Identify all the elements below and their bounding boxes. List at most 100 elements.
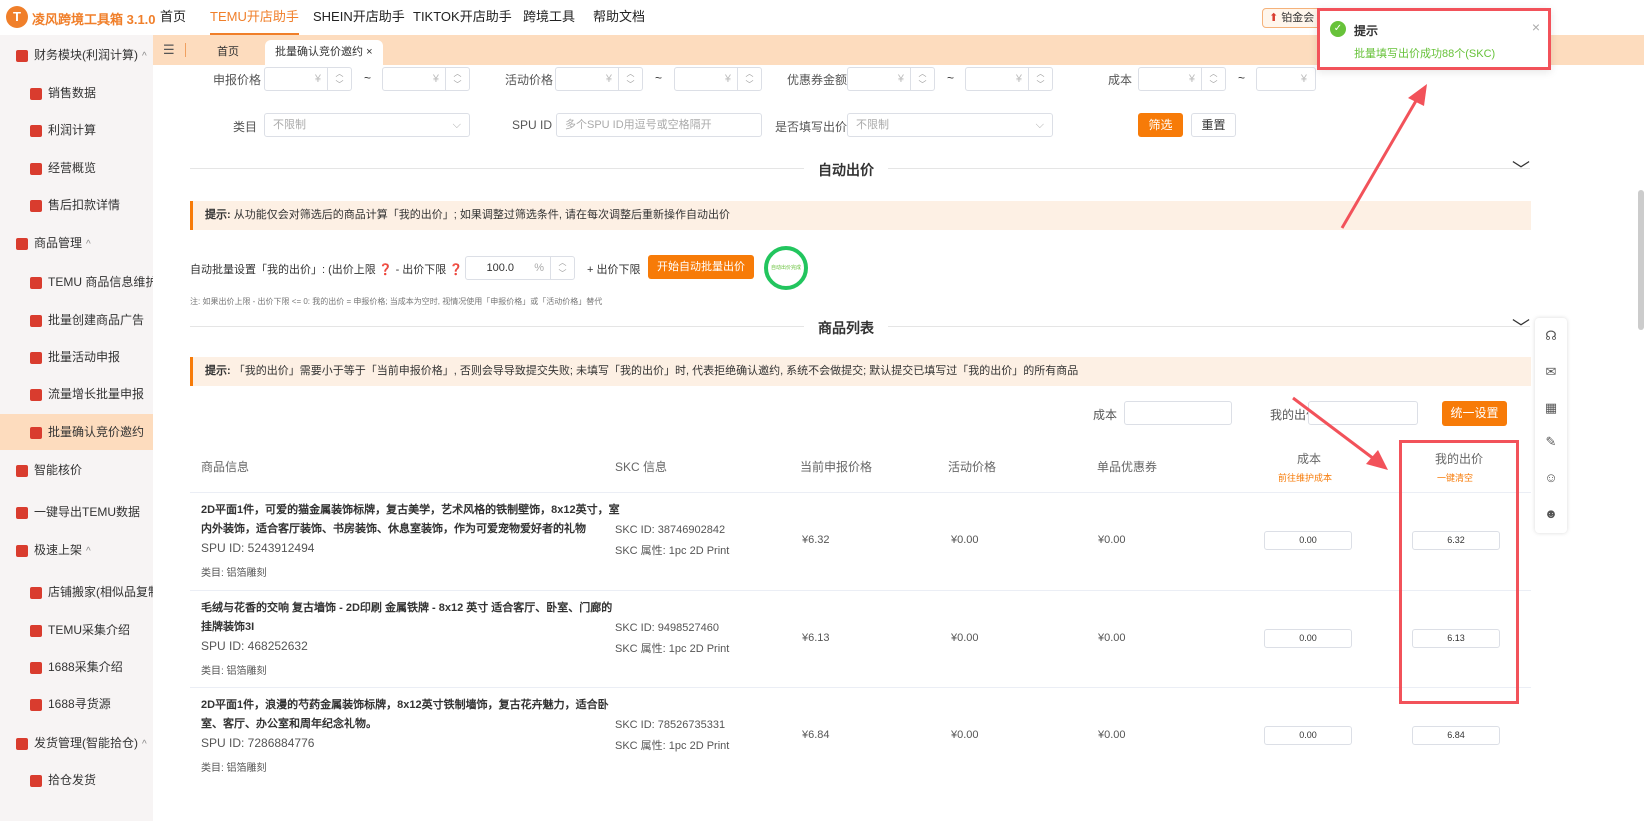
- spu-id-input[interactable]: 多个SPU ID用逗号或空格隔开: [556, 113, 762, 137]
- product-list-title: 商品列表: [804, 318, 888, 338]
- menu-icon: [30, 774, 42, 787]
- collapse-chevron-icon[interactable]: ﹀: [1512, 314, 1530, 340]
- user-info-icon[interactable]: ☺: [1543, 470, 1559, 486]
- coupon-min[interactable]: ¥ ︿ ﹀: [847, 67, 935, 91]
- customer-service-icon[interactable]: ☊: [1543, 328, 1559, 344]
- sidebar-item[interactable]: 商品管理 ^: [0, 225, 153, 261]
- collapse-menu-icon[interactable]: ☰: [163, 42, 175, 58]
- filter-button[interactable]: 筛选: [1138, 113, 1183, 137]
- sidebar-item[interactable]: 利润计算: [0, 112, 153, 148]
- stepper[interactable]: ︿ ﹀: [910, 68, 934, 90]
- product-name: 2D平面1件，可爱的猫金属装饰标牌，复古美学，艺术风格的铁制壁饰，8x12英寸，…: [201, 504, 620, 535]
- skc-attr: SKC 属性: 1pc 2D Print: [615, 545, 730, 557]
- sidebar-item-label: 经营概览: [48, 161, 97, 175]
- declared-price-max[interactable]: ¥ ︿ ﹀: [382, 67, 470, 91]
- activity-price-max[interactable]: ¥ ︿ ﹀: [674, 67, 762, 91]
- sidebar-item[interactable]: 拾仓发货: [0, 762, 153, 798]
- my-bid-input[interactable]: 6.84: [1412, 726, 1500, 745]
- percent-input[interactable]: 100.0% ︿ ﹀: [465, 256, 575, 280]
- stepper[interactable]: ︿ ﹀: [327, 68, 351, 90]
- sidebar-item[interactable]: 店铺搬家(相似品复制上: [0, 574, 153, 610]
- nav-help-docs[interactable]: 帮助文档: [593, 0, 645, 35]
- sidebar-item[interactable]: 智能核价: [0, 452, 153, 488]
- cost-input[interactable]: 0.00: [1264, 531, 1352, 550]
- reset-button[interactable]: 重置: [1191, 113, 1236, 137]
- declared-price-min[interactable]: ¥ ︿ ﹀: [264, 67, 352, 91]
- wechat-icon[interactable]: ✉: [1543, 364, 1559, 380]
- menu-icon: [16, 49, 28, 62]
- tab-home[interactable]: 首页: [207, 40, 249, 65]
- success-toast: ✓ 提示 批量填写出价成功88个(SKC) ×: [1317, 8, 1551, 70]
- arrow-head: [1366, 450, 1388, 470]
- sidebar-item[interactable]: 流量增长批量申报: [0, 376, 153, 412]
- spu-id: SPU ID: 468252632: [201, 639, 308, 653]
- sidebar-item[interactable]: 售后扣款详情: [0, 187, 153, 223]
- cost-input[interactable]: 0.00: [1264, 726, 1352, 745]
- filled-bid-label: 是否填写出价: [775, 120, 848, 134]
- sidebar-item[interactable]: 批量确认竞价邀约: [0, 414, 153, 450]
- sidebar-item[interactable]: 极速上架 ^: [0, 532, 153, 568]
- annotation-arrows: [1292, 84, 1427, 470]
- cost-input[interactable]: 0.00: [1264, 629, 1352, 648]
- nav-tiktok[interactable]: TIKTOK开店助手: [413, 0, 512, 35]
- stepper[interactable]: ︿ ﹀: [445, 68, 469, 90]
- user-settings-icon[interactable]: ☻: [1543, 506, 1559, 522]
- stepper[interactable]: ︿ ﹀: [737, 68, 761, 90]
- sidebar-item-label: 财务模块(利润计算): [34, 48, 138, 62]
- close-icon[interactable]: ×: [1532, 19, 1540, 35]
- auto-bid-title: 自动出价: [804, 160, 888, 180]
- filled-bid-select[interactable]: 不限制 ⌵: [847, 113, 1053, 137]
- spu-id: SPU ID: 5243912494: [201, 541, 315, 555]
- close-tab-icon[interactable]: ×: [366, 46, 372, 58]
- toast-title: 提示: [1354, 24, 1379, 38]
- floating-toolbar: ☊ ✉ ▦ ✎ ☺ ☻: [1535, 318, 1567, 533]
- activity-price-min[interactable]: ¥ ︿ ﹀: [555, 67, 643, 91]
- nav-home[interactable]: 首页: [160, 0, 186, 35]
- col-skc-info: SKC 信息: [615, 460, 668, 474]
- sidebar-item[interactable]: 经营概览: [0, 150, 153, 186]
- sidebar-item[interactable]: TEMU采集介绍: [0, 612, 153, 648]
- sidebar-item[interactable]: 财务模块(利润计算) ^: [0, 37, 153, 73]
- sidebar-item[interactable]: 1688寻货源: [0, 686, 153, 722]
- declared-price: ¥6.84: [802, 729, 830, 741]
- menu-icon: [30, 87, 42, 100]
- stepper[interactable]: ︿ ﹀: [1201, 68, 1225, 90]
- nav-shein[interactable]: SHEIN开店助手: [313, 0, 405, 35]
- scrollbar[interactable]: [1638, 190, 1644, 330]
- coupon: ¥0.00: [1098, 534, 1126, 546]
- col-coupon: 单品优惠券: [1097, 460, 1158, 474]
- sidebar-item-label: 批量创建商品广告: [48, 313, 145, 327]
- menu-icon: [30, 661, 42, 674]
- tab-batch-bid[interactable]: 批量确认竞价邀约 ×: [265, 40, 383, 65]
- sidebar-item[interactable]: 批量创建商品广告: [0, 302, 153, 338]
- table-row: 2D平面1件，可爱的猫金属装饰标牌，复古美学，艺术风格的铁制壁饰，8x12英寸，…: [190, 492, 1531, 590]
- menu-icon: [30, 124, 42, 137]
- sidebar-item[interactable]: 1688采集介绍: [0, 649, 153, 685]
- stepper[interactable]: ︿ ﹀: [1028, 68, 1052, 90]
- sidebar-item[interactable]: TEMU 商品信息维护: [0, 264, 153, 300]
- sidebar-item[interactable]: 批量活动申报: [0, 339, 153, 375]
- stepper[interactable]: ︿ ﹀: [550, 257, 574, 279]
- coupon-max[interactable]: ¥ ︿ ﹀: [965, 67, 1053, 91]
- start-auto-bid-button[interactable]: 开始自动批量出价: [648, 255, 754, 279]
- sidebar-item[interactable]: 销售数据: [0, 75, 153, 111]
- edit-document-icon[interactable]: ✎: [1543, 434, 1559, 450]
- menu-icon: [16, 506, 28, 519]
- cost-min[interactable]: ¥ ︿ ﹀: [1138, 67, 1226, 91]
- col-product-info: 商品信息: [201, 460, 250, 474]
- sidebar-item[interactable]: 发货管理(智能拾仓) ^: [0, 725, 153, 761]
- stepper[interactable]: ︿ ﹀: [618, 68, 642, 90]
- declared-price: ¥6.32: [802, 534, 830, 546]
- vip-badge[interactable]: ⬆ 铂金会: [1262, 8, 1322, 28]
- qr-code-icon[interactable]: ▦: [1543, 400, 1559, 416]
- sidebar-item[interactable]: 一键导出TEMU数据: [0, 494, 153, 530]
- set-all-button[interactable]: 统一设置: [1442, 401, 1507, 426]
- col-declared-price: 当前申报价格: [800, 460, 873, 474]
- plus-lower-label: + 出价下限: [587, 264, 641, 276]
- category-select[interactable]: 不限制 ⌵: [264, 113, 470, 137]
- nav-temu[interactable]: TEMU开店助手: [210, 0, 299, 35]
- collapse-chevron-icon[interactable]: ﹀: [1512, 156, 1530, 182]
- nav-cross-border-tools[interactable]: 跨境工具: [523, 0, 575, 35]
- skc-id: SKC ID: 9498527460: [615, 622, 719, 634]
- bulk-cost-input[interactable]: [1124, 401, 1232, 425]
